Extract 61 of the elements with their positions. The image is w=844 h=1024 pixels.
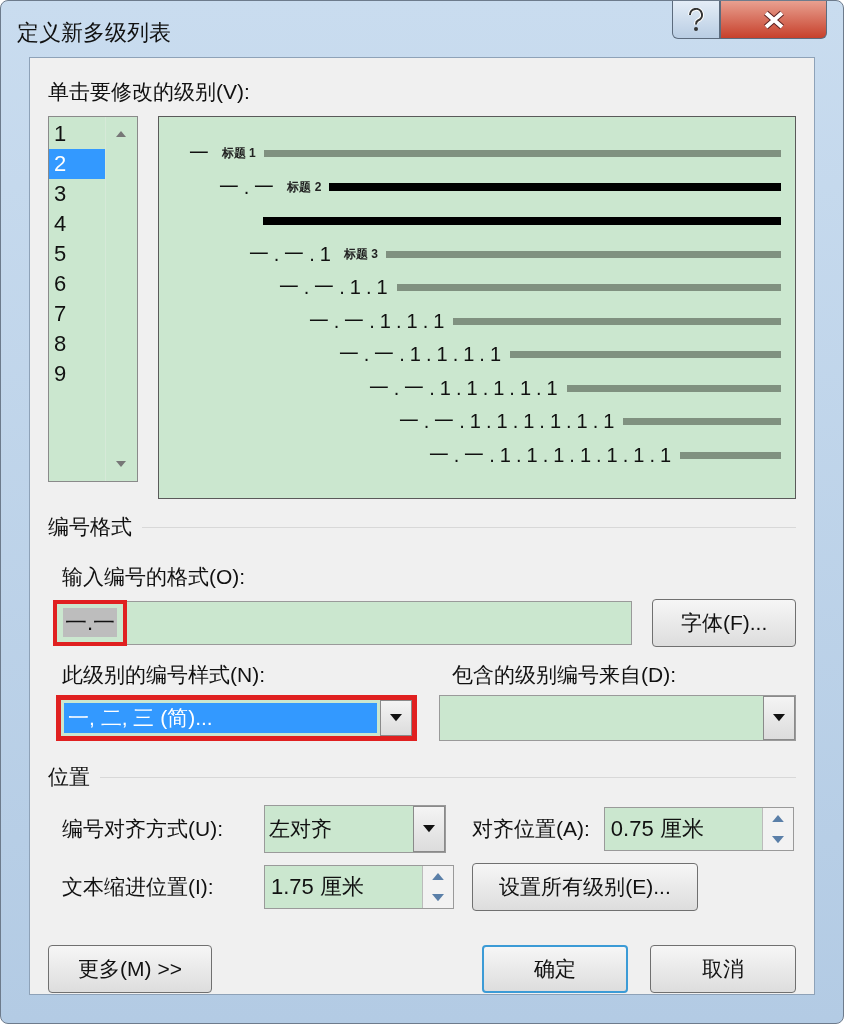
preview-number: 一.一.1.1.1.1.1.1 [398, 409, 620, 435]
preview-number: 一.一 [218, 174, 280, 200]
level-item[interactable]: 3 [49, 179, 105, 209]
arrow-down-icon [432, 893, 444, 902]
align-dropdown[interactable]: 左对齐 [264, 805, 446, 853]
arrow-up-icon [432, 872, 444, 881]
close-button[interactable] [720, 1, 827, 39]
level-item[interactable]: 4 [49, 209, 105, 239]
align-value: 左对齐 [268, 816, 333, 842]
dropdown-button[interactable] [379, 700, 412, 736]
indent-label: 文本缩进位置(I): [62, 874, 215, 900]
caret-down-icon [773, 714, 785, 722]
level-item[interactable]: 5 [49, 239, 105, 269]
format-value: 一.一 [63, 608, 118, 637]
source-label: 包含的级别编号来自(D): [452, 662, 676, 688]
preview-number: 一.一.1.1.1.1.1.1.1 [428, 442, 677, 468]
window-title: 定义新多级列表 [17, 19, 171, 47]
preview-number: 一.一.1.1.1 [308, 308, 450, 334]
number-spinner[interactable]: 0.75 厘米 [603, 807, 794, 851]
style-value: 一, 二, 三 (简)... [64, 703, 377, 733]
level-list[interactable]: 1 2 3 4 5 6 7 8 9 [48, 116, 138, 482]
preview-number: 一.一.1 [248, 241, 336, 267]
cancel-button[interactable]: 取消 [650, 945, 796, 993]
preview-caption: 标题 1 [221, 145, 256, 163]
preview-number: 一.一.1.1.1.1.1 [368, 375, 563, 401]
preview-number: 一.一.1.1 [278, 275, 393, 301]
preview-number: 一 [188, 141, 214, 167]
style-label: 此级别的编号样式(N): [62, 662, 266, 688]
font-button[interactable]: 字体(F)... [652, 599, 796, 647]
dropdown-button[interactable] [413, 806, 445, 852]
align-at-label: 对齐位置(A): [472, 816, 590, 842]
help-icon [687, 7, 705, 32]
dropdown-button[interactable] [763, 696, 795, 740]
scroll-down-icon [116, 461, 127, 467]
format-label: 输入编号的格式(O): [62, 564, 247, 590]
caret-down-icon [423, 825, 435, 833]
more-button[interactable]: 更多(M) >> [48, 945, 212, 993]
level-item[interactable]: 8 [49, 329, 105, 359]
section-title: 编号格式 [48, 514, 132, 540]
number-spinner[interactable]: 1.75 厘米 [264, 865, 454, 909]
preview-number: 一.一.1.1.1.1 [338, 342, 507, 368]
spinner-value: 1.75 厘米 [270, 873, 365, 901]
close-icon [762, 9, 785, 30]
scroll-up-icon [116, 131, 127, 137]
preview-caption: 标题 3 [344, 245, 378, 263]
align-label: 编号对齐方式(U): [62, 816, 224, 842]
level-item[interactable]: 1 [49, 119, 105, 149]
help-button[interactable] [672, 1, 720, 39]
caret-down-icon [389, 714, 402, 722]
arrow-up-icon [771, 814, 784, 823]
level-item[interactable]: 7 [49, 299, 105, 329]
level-item[interactable]: 6 [49, 269, 105, 299]
section-title: 位置 [48, 764, 90, 790]
ok-button[interactable]: 确定 [482, 945, 628, 993]
spinner-value: 0.75 厘米 [609, 815, 705, 843]
set-all-levels-button[interactable]: 设置所有级别(E)... [472, 863, 698, 911]
preview-caption: 标题 2 [287, 178, 322, 196]
arrow-down-icon [771, 835, 784, 844]
level-item[interactable]: 9 [49, 359, 105, 389]
format-input[interactable]: 一.一 [54, 601, 633, 645]
level-label: 单击要修改的级别(V): [48, 79, 251, 105]
